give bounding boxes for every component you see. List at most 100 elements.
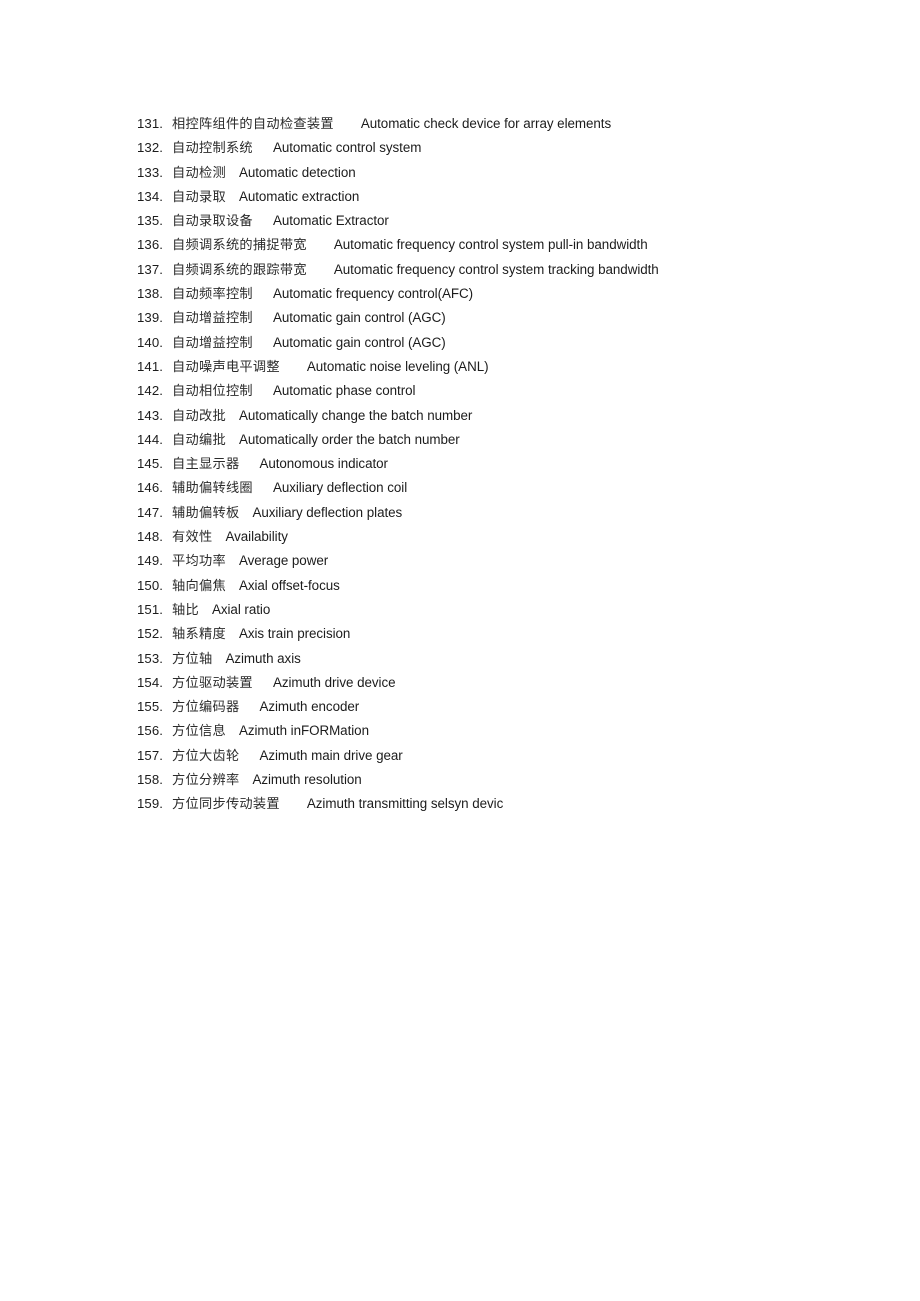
entry-term-chinese: 自动噪声电平调整 xyxy=(172,359,280,375)
entry-number: 153. xyxy=(137,650,164,666)
entry-term-english: Availability xyxy=(225,529,288,545)
entry-term-english: Automatic gain control (AGC) xyxy=(272,334,446,350)
entry-number: 140. xyxy=(137,334,164,350)
entry-term-chinese: 自频调系统的捕捉带宽 xyxy=(172,238,307,254)
entry-term-english: Azimuth encoder xyxy=(259,699,360,715)
entry-number: 131. xyxy=(137,116,164,131)
entry-term-chinese: 自动改批 xyxy=(172,408,226,424)
entry-number: 159. xyxy=(137,796,164,812)
entry-term-english: Automatic check device for array element… xyxy=(360,116,612,131)
glossary-entry: 138. 自动频率控制 Automatic frequency control(AF… xyxy=(137,282,877,306)
glossary-entry: 150. 轴向偏焦 Axial offset-focus xyxy=(137,574,877,598)
glossary-entry: 153. 方位轴 Azimuth axis xyxy=(137,647,877,671)
entry-term-english: Autonomous indicator xyxy=(259,456,388,472)
glossary-entry: 156. 方位信息 Azimuth inFORMation xyxy=(137,719,877,743)
glossary-entry: 135. 自动录取设备 Automatic Extractor xyxy=(137,209,877,233)
glossary-entry: 145. 自主显示器 Autonomous indicator xyxy=(137,452,877,476)
entry-term-english: Axial ratio xyxy=(211,601,271,617)
glossary-entry: 139. 自动增益控制 Automatic gain control (AGC) xyxy=(137,306,877,330)
entry-term-chinese: 方位轴 xyxy=(172,651,213,667)
glossary-entry: 136. 自频调系统的捕捉带宽 Automatic frequency contro… xyxy=(137,233,877,257)
entry-number: 136. xyxy=(137,237,164,253)
entry-term-chinese: 自动相位控制 xyxy=(172,384,253,400)
entry-number: 135. xyxy=(137,213,164,229)
glossary-entry: 148. 有效性 Availability xyxy=(137,525,877,549)
entry-term-chinese: 相控阵组件的自动检查装置 xyxy=(172,117,334,132)
entry-term-chinese: 轴比 xyxy=(172,602,199,618)
glossary-entry: 141. 自动噪声电平调整 Automatic noise leveling (AN… xyxy=(137,355,877,379)
entry-number: 139. xyxy=(137,310,164,326)
glossary-entry: 157. 方位大齿轮 Azimuth main drive gear xyxy=(137,744,877,768)
entry-term-chinese: 自动增益控制 xyxy=(172,335,253,351)
entry-term-english: Automatic control system xyxy=(272,140,422,156)
entry-number: 149. xyxy=(137,553,164,569)
entry-number: 157. xyxy=(137,747,164,763)
entry-term-chinese: 轴向偏焦 xyxy=(172,578,226,594)
entry-term-chinese: 自动检测 xyxy=(172,165,226,181)
glossary-entry: 137. 自频调系统的跟踪带宽 Automatic frequency contro… xyxy=(137,258,877,282)
glossary-entry: 155. 方位编码器 Azimuth encoder xyxy=(137,695,877,719)
glossary-entry: 152. 轴系精度 Axis train precision xyxy=(137,622,877,646)
entry-term-chinese: 自频调系统的跟踪带宽 xyxy=(172,262,307,278)
glossary-entry: 133. 自动检测 Automatic detection xyxy=(137,161,877,185)
entry-term-english: Auxiliary deflection plates xyxy=(252,504,403,520)
entry-term-english: Automatically order the batch number xyxy=(238,431,460,447)
entry-number: 133. xyxy=(137,164,164,180)
entry-term-chinese: 自动编批 xyxy=(172,432,226,448)
entry-number: 148. xyxy=(137,529,164,545)
glossary-entry: 143. 自动改批 Automatically change the batch n… xyxy=(137,404,877,428)
document-page: 131. 相控阵组件的自动检查装置 Automatic check device f… xyxy=(0,0,920,1301)
entry-term-english: Auxiliary deflection coil xyxy=(272,480,408,496)
entry-number: 141. xyxy=(137,358,164,374)
entry-term-english: Automatic noise leveling (ANL) xyxy=(306,358,489,374)
entry-term-english: Axis train precision xyxy=(238,626,351,642)
entry-number: 144. xyxy=(137,431,164,447)
glossary-entry-list: 131. 相控阵组件的自动检查装置 Automatic check device f… xyxy=(137,112,877,817)
entry-term-chinese: 方位驱动装置 xyxy=(172,675,253,691)
entry-number: 154. xyxy=(137,674,164,690)
glossary-entry: 146. 辅助偏转线圈 Auxiliary deflection coil xyxy=(137,476,877,500)
entry-term-english: Automatic phase control xyxy=(272,383,416,399)
glossary-entry: 147. 辅助偏转板 Auxiliary deflection plates xyxy=(137,501,877,525)
glossary-entry: 134. 自动录取 Automatic extraction xyxy=(137,185,877,209)
entry-term-chinese: 自动增益控制 xyxy=(172,311,253,327)
glossary-entry: 151. 轴比 Axial ratio xyxy=(137,598,877,622)
entry-term-english: Automatic detection xyxy=(238,164,356,180)
entry-number: 150. xyxy=(137,577,164,593)
glossary-entry: 144. 自动编批 Automatically order the batch nu… xyxy=(137,428,877,452)
entry-term-chinese: 辅助偏转线圈 xyxy=(172,481,253,497)
entry-number: 138. xyxy=(137,286,164,302)
entry-term-chinese: 辅助偏转板 xyxy=(172,505,240,521)
entry-term-chinese: 方位编码器 xyxy=(172,700,240,716)
entry-term-chinese: 自动录取设备 xyxy=(172,214,253,230)
entry-term-chinese: 自动频率控制 xyxy=(172,287,253,303)
glossary-entry: 154. 方位驱动装置 Azimuth drive device xyxy=(137,671,877,695)
glossary-entry: 159. 方位同步传动装置 Azimuth transmitting selsyn … xyxy=(137,792,877,816)
entry-term-english: Automatic frequency control(AFC) xyxy=(272,286,474,302)
entry-term-chinese: 方位信息 xyxy=(172,724,226,740)
entry-number: 143. xyxy=(137,407,164,423)
entry-term-english: Azimuth resolution xyxy=(252,772,362,788)
glossary-entry: 140. 自动增益控制 Automatic gain control (AGC) xyxy=(137,331,877,355)
entry-term-english: Azimuth inFORMation xyxy=(238,723,369,739)
entry-term-english: Automatically change the batch number xyxy=(238,407,473,423)
entry-term-english: Automatic Extractor xyxy=(272,213,389,229)
entry-number: 146. xyxy=(137,480,164,496)
entry-number: 151. xyxy=(137,601,164,617)
entry-term-english: Azimuth main drive gear xyxy=(259,747,403,763)
entry-term-english: Automatic frequency control system track… xyxy=(333,261,659,277)
entry-term-english: Automatic frequency control system pull-… xyxy=(333,237,648,253)
entry-term-english: Azimuth axis xyxy=(225,650,301,666)
entry-term-chinese: 方位同步传动装置 xyxy=(172,797,280,813)
entry-term-chinese: 有效性 xyxy=(172,530,213,546)
entry-term-english: Automatic extraction xyxy=(238,188,360,204)
entry-term-english: Average power xyxy=(238,553,329,569)
entry-number: 158. xyxy=(137,772,164,788)
entry-number: 155. xyxy=(137,699,164,715)
entry-number: 156. xyxy=(137,723,164,739)
entry-term-english: Azimuth transmitting selsyn devic xyxy=(306,796,504,812)
entry-term-chinese: 轴系精度 xyxy=(172,627,226,643)
entry-term-chinese: 方位大齿轮 xyxy=(172,748,240,764)
glossary-entry: 149. 平均功率 Average power xyxy=(137,549,877,573)
entry-number: 147. xyxy=(137,504,164,520)
